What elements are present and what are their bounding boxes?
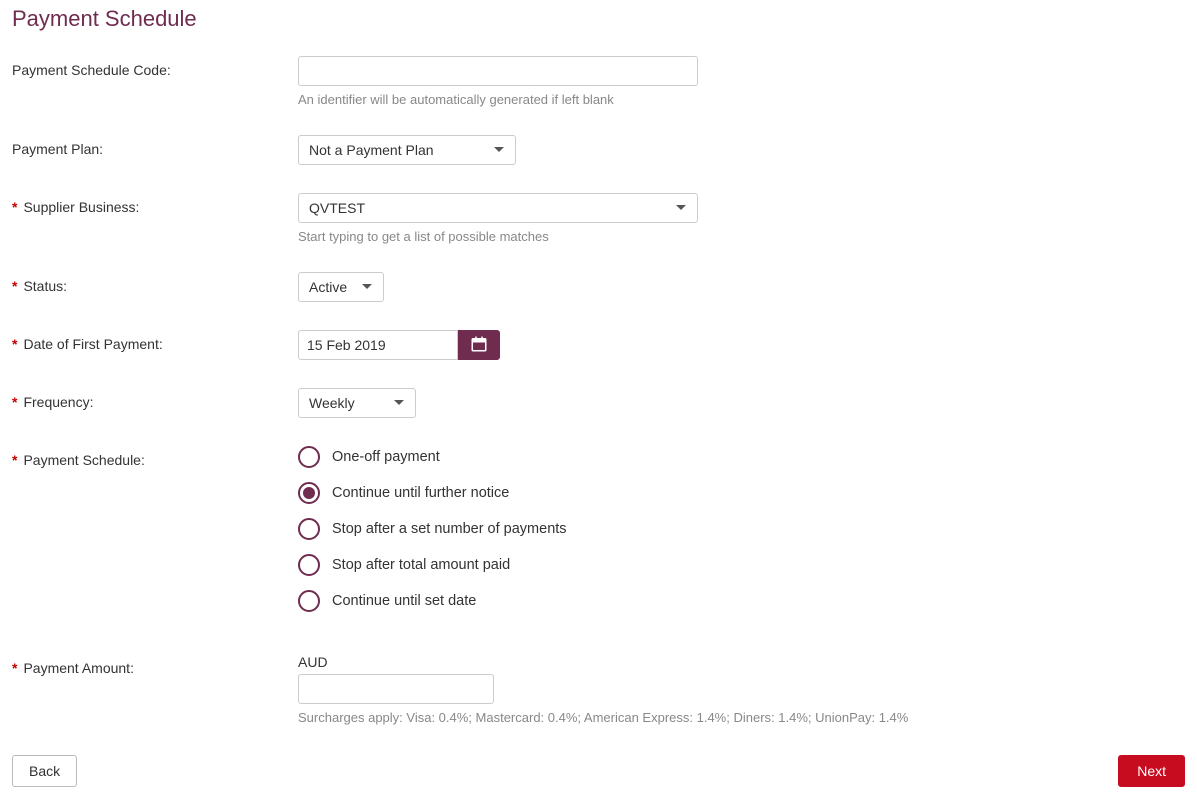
page-title: Payment Schedule [12, 6, 1185, 32]
schedule-option[interactable]: Continue until further notice [298, 482, 1185, 504]
next-button[interactable]: Next [1118, 755, 1185, 787]
row-payment-plan: Payment Plan: Not a Payment Plan [12, 135, 1185, 165]
schedule-option-label: Stop after a set number of payments [332, 521, 567, 537]
label-first-payment: *Date of First Payment: [12, 330, 298, 352]
currency-label: AUD [298, 654, 1185, 670]
radio-icon [298, 590, 320, 612]
schedule-code-helper: An identifier will be automatically gene… [298, 92, 1185, 107]
calendar-icon [470, 335, 488, 356]
label-payment-amount: *Payment Amount: [12, 654, 298, 676]
schedule-option-label: Stop after total amount paid [332, 557, 510, 573]
back-button[interactable]: Back [12, 755, 77, 787]
supplier-business-value: QVTEST [309, 200, 365, 216]
required-marker: * [12, 199, 17, 215]
radio-icon [298, 554, 320, 576]
first-payment-date-input[interactable] [298, 330, 458, 360]
schedule-option[interactable]: Stop after a set number of payments [298, 518, 1185, 540]
label-frequency: *Frequency: [12, 388, 298, 410]
row-first-payment: *Date of First Payment: [12, 330, 1185, 360]
chevron-down-icon [361, 283, 373, 291]
supplier-business-combo[interactable]: QVTEST [298, 193, 698, 223]
surcharge-helper: Surcharges apply: Visa: 0.4%; Mastercard… [298, 710, 1185, 725]
schedule-option-label: Continue until further notice [332, 485, 509, 501]
row-payment-schedule: *Payment Schedule: One-off payment Contin… [12, 446, 1185, 626]
schedule-option-label: Continue until set date [332, 593, 476, 609]
label-schedule-code: Payment Schedule Code: [12, 56, 298, 78]
row-supplier-business: *Supplier Business: QVTEST Start typing … [12, 193, 1185, 244]
row-frequency: *Frequency: Weekly [12, 388, 1185, 418]
payment-plan-select[interactable]: Not a Payment Plan [298, 135, 516, 165]
label-payment-schedule: *Payment Schedule: [12, 446, 298, 468]
schedule-option[interactable]: One-off payment [298, 446, 1185, 468]
payment-amount-input[interactable] [298, 674, 494, 704]
label-status: *Status: [12, 272, 298, 294]
frequency-select[interactable]: Weekly [298, 388, 416, 418]
required-marker: * [12, 336, 17, 352]
label-supplier-business: *Supplier Business: [12, 193, 298, 215]
status-select[interactable]: Active [298, 272, 384, 302]
supplier-business-helper: Start typing to get a list of possible m… [298, 229, 1185, 244]
label-payment-plan: Payment Plan: [12, 135, 298, 157]
required-marker: * [12, 278, 17, 294]
required-marker: * [12, 452, 17, 468]
schedule-option[interactable]: Stop after total amount paid [298, 554, 1185, 576]
chevron-down-icon [393, 399, 405, 407]
required-marker: * [12, 660, 17, 676]
frequency-selected: Weekly [309, 395, 355, 411]
payment-plan-selected: Not a Payment Plan [309, 142, 434, 158]
schedule-option-label: One-off payment [332, 449, 440, 465]
chevron-down-icon [493, 146, 505, 154]
radio-icon [298, 482, 320, 504]
row-schedule-code: Payment Schedule Code: An identifier wil… [12, 56, 1185, 107]
radio-icon [298, 518, 320, 540]
status-selected: Active [309, 279, 347, 295]
calendar-button[interactable] [458, 330, 500, 360]
required-marker: * [12, 394, 17, 410]
row-payment-amount: *Payment Amount: AUD Surcharges apply: V… [12, 654, 1185, 725]
footer: Back Next [12, 755, 1185, 787]
chevron-down-icon [675, 204, 687, 212]
row-status: *Status: Active [12, 272, 1185, 302]
schedule-code-input[interactable] [298, 56, 698, 86]
radio-icon [298, 446, 320, 468]
schedule-option[interactable]: Continue until set date [298, 590, 1185, 612]
